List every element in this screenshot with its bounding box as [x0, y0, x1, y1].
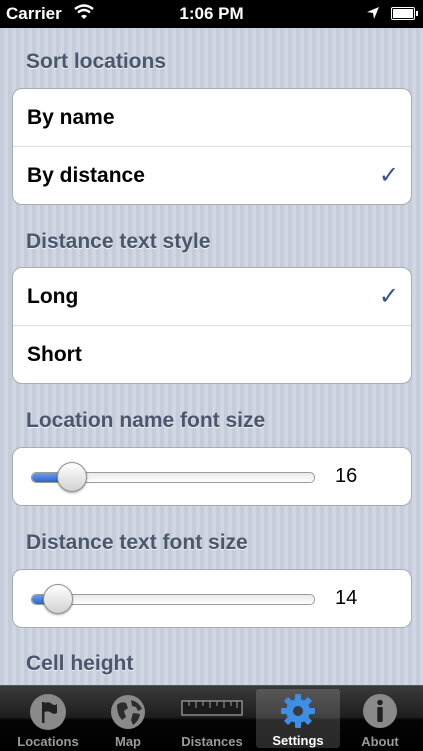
distance-font-size-value: 14 — [335, 587, 358, 609]
tab-label: About — [361, 734, 399, 749]
tab-bar: Locations Map Distances Settings About — [0, 685, 423, 751]
option-label: By name — [27, 106, 115, 129]
name-font-size-row: 16 — [13, 448, 411, 505]
ruler-icon — [181, 698, 243, 723]
section-header-distance-style: Distance text style — [26, 230, 211, 253]
tab-label: Distances — [181, 734, 243, 749]
battery-icon — [391, 7, 418, 20]
tab-distances[interactable]: Distances — [170, 686, 254, 751]
section-header-cell-height: Cell height — [26, 652, 134, 675]
option-label: Long — [27, 285, 79, 308]
settings-list[interactable]: Sort locations By name By distance ✓ Dis… — [0, 28, 423, 685]
checkmark-icon: ✓ — [378, 162, 399, 189]
distance-font-size-group: 14 — [12, 569, 412, 628]
style-short-option[interactable]: Short — [13, 325, 411, 383]
distance-style-group: Long ✓ Short — [12, 267, 412, 384]
flag-icon — [29, 693, 67, 736]
name-font-size-value: 16 — [335, 465, 358, 487]
tab-label: Map — [115, 734, 141, 749]
name-font-size-group: 16 — [12, 447, 412, 506]
sort-by-distance-option[interactable]: By distance ✓ — [13, 146, 411, 204]
style-long-option[interactable]: Long ✓ — [13, 268, 411, 325]
clock: 1:06 PM — [179, 4, 244, 23]
tab-locations[interactable]: Locations — [6, 686, 90, 751]
slider-thumb[interactable] — [56, 462, 87, 492]
tab-map[interactable]: Map — [86, 686, 170, 751]
location-arrow-icon — [366, 5, 380, 25]
section-header-distance-font-size: Distance text font size — [26, 531, 248, 554]
slider-thumb[interactable] — [42, 584, 73, 614]
tab-about[interactable]: About — [338, 686, 422, 751]
option-label: By distance — [27, 164, 145, 187]
tab-label: Settings — [272, 733, 324, 748]
sort-by-name-option[interactable]: By name — [13, 89, 411, 146]
distance-font-size-slider[interactable] — [31, 594, 315, 605]
checkmark-icon: ✓ — [378, 283, 399, 310]
globe-icon — [109, 693, 147, 736]
option-label: Short — [27, 343, 82, 366]
section-header-name-font-size: Location name font size — [26, 409, 266, 432]
tab-settings[interactable]: Settings — [256, 689, 340, 748]
sort-options-group: By name By distance ✓ — [12, 88, 412, 205]
distance-font-size-row: 14 — [13, 570, 411, 627]
section-header-sort: Sort locations — [26, 50, 167, 73]
info-icon — [362, 693, 398, 734]
status-bar: Carrier 1:06 PM — [0, 0, 423, 28]
tab-label: Locations — [17, 734, 79, 749]
gear-icon — [280, 693, 316, 734]
